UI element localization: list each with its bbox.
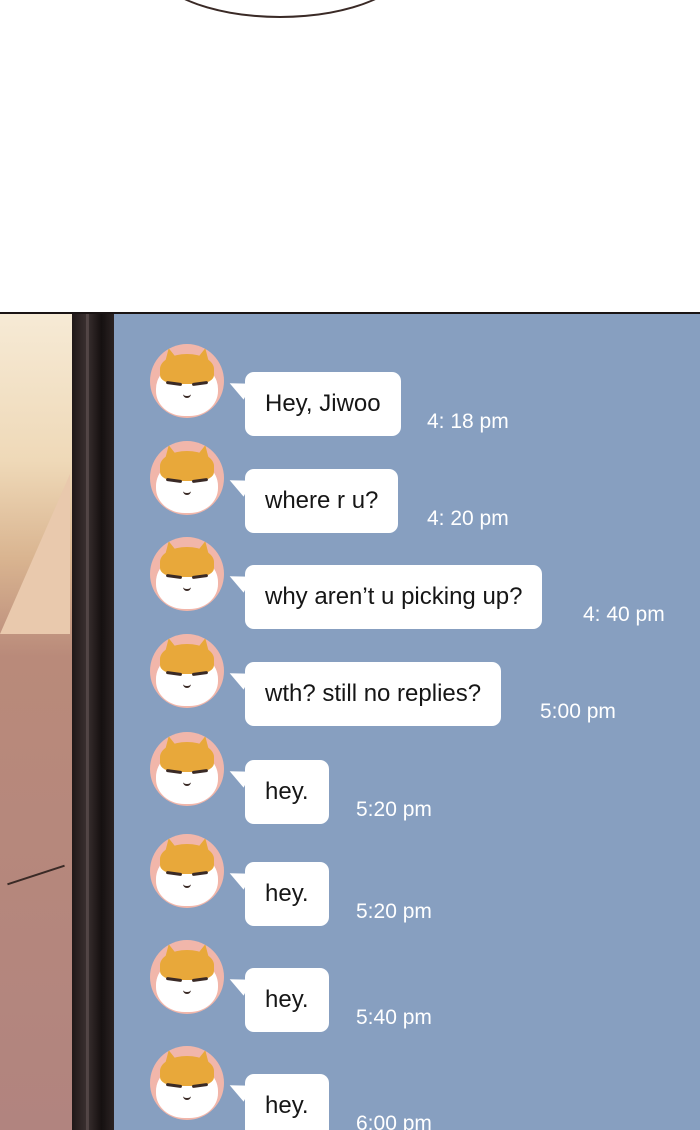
message-time: 4: 40 pm xyxy=(583,603,665,626)
message-time: 5:40 pm xyxy=(356,1006,432,1029)
cat-avatar-icon[interactable] xyxy=(150,940,224,1014)
message-bubble[interactable]: why aren’t u picking up? xyxy=(245,565,543,629)
message-bubble[interactable]: where r u? xyxy=(245,469,399,533)
chat-message: hey. 5:20 pm xyxy=(114,834,700,926)
comic-panel: Hey, Jiwoo 4: 18 pm where r u? 4: 20 pm … xyxy=(0,312,700,1130)
chat-message: hey. 6:00 pm xyxy=(114,1046,700,1130)
speech-bubble-edge xyxy=(148,0,412,18)
chat-message: hey. 5:40 pm xyxy=(114,940,700,1032)
message-bubble[interactable]: hey. xyxy=(245,760,329,824)
chat-message: Hey, Jiwoo 4: 18 pm xyxy=(114,344,700,436)
message-bubble[interactable]: hey. xyxy=(245,1074,329,1130)
chat-message: wth? still no replies? 5:00 pm xyxy=(114,634,700,726)
chat-message: where r u? 4: 20 pm xyxy=(114,441,700,533)
message-time: 5:20 pm xyxy=(356,900,432,923)
message-time: 5:00 pm xyxy=(540,700,616,723)
cat-avatar-icon[interactable] xyxy=(150,732,224,806)
message-time: 4: 20 pm xyxy=(427,507,509,530)
message-bubble[interactable]: hey. xyxy=(245,968,329,1032)
phone-bezel xyxy=(72,314,114,1130)
cat-avatar-icon[interactable] xyxy=(150,344,224,418)
cat-avatar-icon[interactable] xyxy=(150,537,224,611)
chat-message: hey. 5:20 pm xyxy=(114,732,700,824)
chat-screen[interactable]: Hey, Jiwoo 4: 18 pm where r u? 4: 20 pm … xyxy=(114,314,700,1130)
cat-avatar-icon[interactable] xyxy=(150,634,224,708)
message-bubble[interactable]: wth? still no replies? xyxy=(245,662,502,726)
cat-avatar-icon[interactable] xyxy=(150,1046,224,1120)
background-character xyxy=(0,314,72,1130)
message-bubble[interactable]: Hey, Jiwoo xyxy=(245,372,401,436)
chat-message: why aren’t u picking up? 4: 40 pm xyxy=(114,537,700,629)
cat-avatar-icon[interactable] xyxy=(150,834,224,908)
message-time: 5:20 pm xyxy=(356,798,432,821)
cat-avatar-icon[interactable] xyxy=(150,441,224,515)
message-bubble[interactable]: hey. xyxy=(245,862,329,926)
message-time: 6:00 pm xyxy=(356,1112,432,1130)
message-time: 4: 18 pm xyxy=(427,410,509,433)
